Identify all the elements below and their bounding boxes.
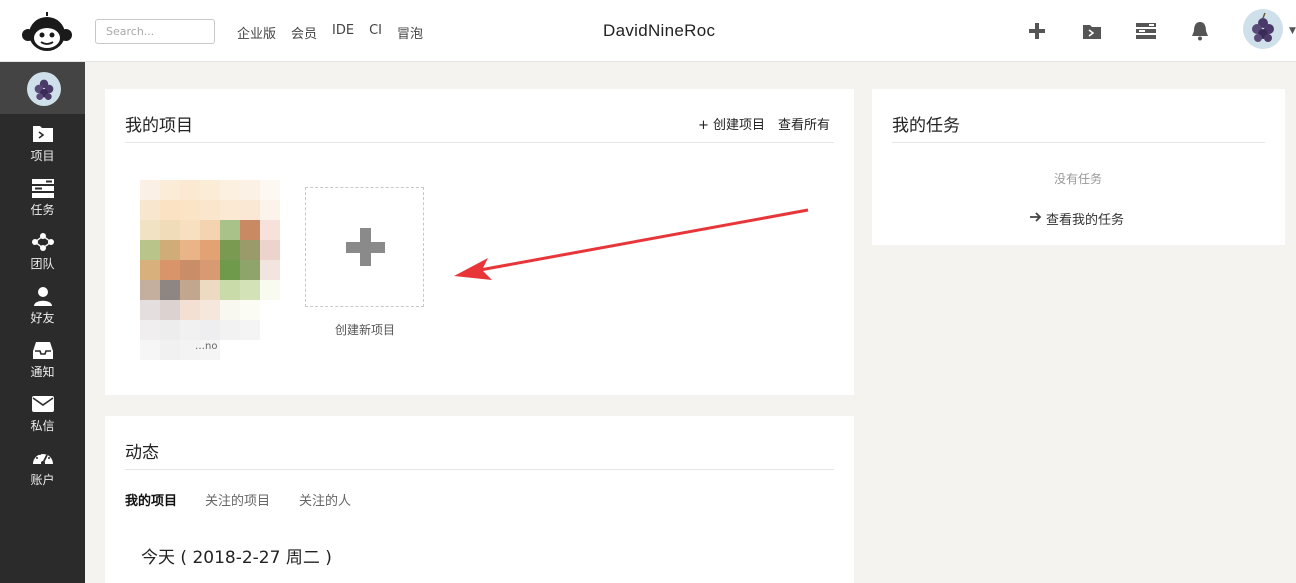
pixelated-project-image — [140, 180, 280, 360]
create-new-project-label[interactable]: 创建新项目 — [335, 321, 395, 338]
sidebar-item-account[interactable]: 账户 — [0, 448, 85, 500]
sidebar-item-label: 任务 — [30, 203, 55, 217]
sidebar-avatar-area — [0, 62, 85, 114]
create-project-link[interactable]: + 创建项目 — [698, 114, 765, 133]
sidebar-item-messages[interactable]: 私信 — [0, 394, 85, 446]
project-thumbnail[interactable] — [140, 180, 280, 360]
sidebar-item-label: 团队 — [30, 257, 55, 271]
sidebar-item-friends[interactable]: 好友 — [0, 286, 85, 338]
activity-title: 动态 — [125, 443, 159, 463]
top-nav: 企业版 会员 IDE CI 冒泡 — [237, 23, 438, 42]
plus-icon[interactable] — [1026, 20, 1048, 42]
nav-ci[interactable]: CI — [369, 23, 382, 42]
plus-icon — [346, 228, 385, 266]
no-tasks-text: 没有任务 — [1054, 172, 1103, 186]
activity-date-heading: 今天 ( 2018-2-27 周二 ) — [141, 548, 332, 568]
create-new-project-tile[interactable] — [305, 187, 424, 307]
view-all-projects-link[interactable]: 查看所有 — [778, 114, 830, 133]
top-bar: 企业版 会员 IDE CI 冒泡 DavidNineRoc ▼ — [0, 0, 1296, 62]
monkey-logo-icon[interactable] — [22, 12, 72, 52]
envelope-icon — [32, 396, 54, 412]
tab-my-projects[interactable]: 我的项目 — [125, 490, 177, 509]
nav-bubble[interactable]: 冒泡 — [397, 23, 423, 42]
nav-ide[interactable]: IDE — [332, 23, 354, 42]
sidebar-item-team[interactable]: 团队 — [0, 232, 85, 284]
sidebar-item-notifications[interactable]: 通知 — [0, 340, 85, 392]
divider — [125, 469, 834, 470]
sidebar-item-tasks[interactable]: 任务 — [0, 178, 85, 230]
sidebar-item-label: 项目 — [30, 149, 55, 163]
view-my-tasks-link[interactable]: 查看我的任务 — [1046, 209, 1124, 228]
user-avatar[interactable] — [1243, 9, 1283, 49]
sidebar-item-label: 私信 — [30, 419, 55, 433]
projects-title: 我的项目 — [125, 116, 193, 136]
chevron-down-icon[interactable]: ▼ — [1289, 26, 1296, 36]
arrow-right-icon — [1030, 212, 1042, 222]
divider — [892, 142, 1265, 143]
site-title: DavidNineRoc — [603, 21, 716, 40]
nav-enterprise[interactable]: 企业版 — [237, 23, 276, 42]
tab-followed-people[interactable]: 关注的人 — [299, 490, 351, 509]
grape-avatar-icon — [34, 79, 54, 101]
project-name[interactable]: …no — [195, 341, 217, 352]
sidebar-item-label: 好友 — [30, 311, 55, 325]
folder-icon[interactable] — [1081, 20, 1103, 42]
nav-member[interactable]: 会员 — [291, 23, 317, 42]
folder-icon — [33, 126, 53, 142]
sidebar-item-projects[interactable]: 项目 — [0, 124, 85, 176]
grape-avatar-icon — [1252, 12, 1274, 42]
bell-icon[interactable] — [1189, 20, 1211, 42]
divider — [125, 142, 834, 143]
dashboard-icon — [33, 453, 53, 465]
user-icon — [34, 287, 52, 306]
search-input[interactable] — [95, 19, 215, 44]
sidebar-avatar[interactable] — [27, 72, 61, 106]
team-icon — [32, 233, 54, 251]
tasks-title: 我的任务 — [892, 116, 960, 136]
tasks-icon — [32, 179, 54, 198]
inbox-icon — [33, 342, 53, 359]
sidebar-item-label: 通知 — [30, 365, 55, 379]
tab-followed-projects[interactable]: 关注的项目 — [205, 490, 270, 509]
annotation-arrow — [454, 208, 809, 280]
tasks-icon[interactable] — [1135, 20, 1157, 42]
sidebar-item-label: 账户 — [30, 473, 55, 487]
sidebar: 项目 任务 团队 好友 通知 私信 账户 — [0, 62, 85, 583]
